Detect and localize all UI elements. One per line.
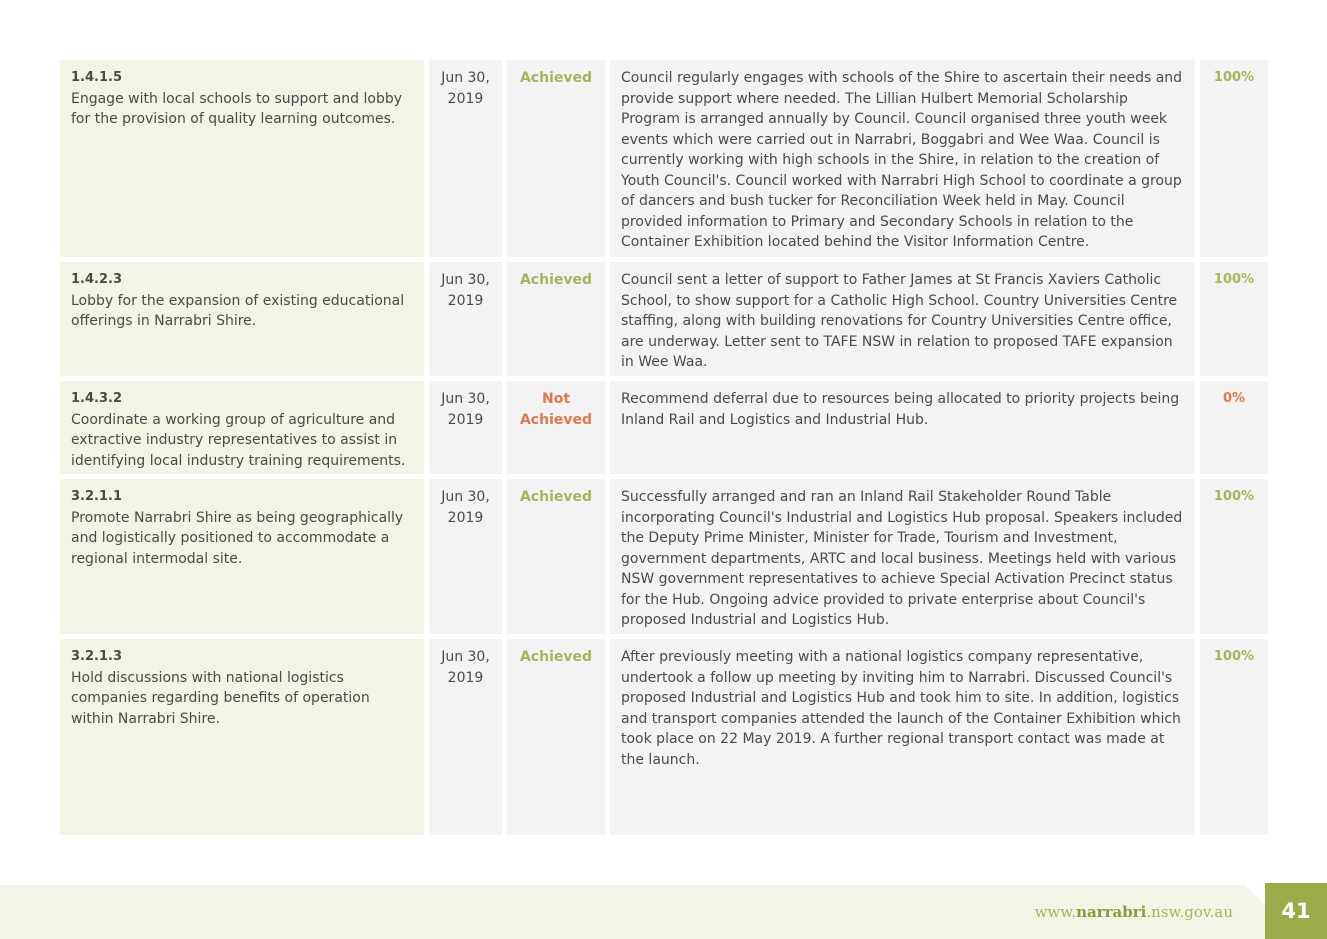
comment-text: After previously meeting with a national… — [610, 639, 1195, 835]
percent-complete: 100% — [1200, 262, 1268, 376]
url-suffix: .nsw.gov.au — [1146, 903, 1233, 921]
status-label: Achieved — [507, 60, 605, 257]
status-label: Achieved — [507, 262, 605, 376]
table-row: 1.4.3.2 Coordinate a working group of ag… — [60, 381, 1268, 474]
due-date: Jun 30, 2019 — [429, 60, 502, 257]
action-cell: 3.2.1.3 Hold discussions with national l… — [60, 639, 424, 835]
table-row: 1.4.1.5 Engage with local schools to sup… — [60, 60, 1268, 257]
action-code: 1.4.2.3 — [71, 272, 122, 287]
corner-notch — [1245, 885, 1265, 905]
due-date: Jun 30, 2019 — [429, 381, 502, 474]
action-cell: 1.4.2.3 Lobby for the expansion of exist… — [60, 262, 424, 376]
table-row: 1.4.2.3 Lobby for the expansion of exist… — [60, 262, 1268, 376]
action-code: 1.4.3.2 — [71, 391, 122, 406]
action-cell: 1.4.3.2 Coordinate a working group of ag… — [60, 381, 424, 474]
action-cell: 1.4.1.5 Engage with local schools to sup… — [60, 60, 424, 257]
action-text: Promote Narrabri Shire as being geograph… — [71, 509, 404, 567]
percent-complete: 100% — [1200, 60, 1268, 257]
status-label: Achieved — [507, 479, 605, 634]
comment-text: Successfully arranged and ran an Inland … — [610, 479, 1195, 634]
url-brand: narrabri — [1076, 903, 1147, 921]
status-label: Achieved — [507, 639, 605, 835]
comment-text: Council sent a letter of support to Fath… — [610, 262, 1195, 376]
action-code: 3.2.1.1 — [71, 489, 122, 504]
page-number: 41 — [1265, 883, 1327, 939]
action-code: 3.2.1.3 — [71, 649, 122, 664]
percent-complete: 100% — [1200, 639, 1268, 835]
action-text: Hold discussions with national logistics… — [71, 669, 370, 727]
due-date: Jun 30, 2019 — [429, 479, 502, 634]
website-link[interactable]: www.narrabri.nsw.gov.au — [1035, 903, 1233, 921]
comment-text: Recommend deferral due to resources bein… — [610, 381, 1195, 474]
url-prefix: www. — [1034, 903, 1077, 921]
action-text: Lobby for the expansion of existing educ… — [71, 292, 405, 330]
action-code: 1.4.1.5 — [71, 70, 122, 85]
due-date: Jun 30, 2019 — [429, 639, 502, 835]
action-cell: 3.2.1.1 Promote Narrabri Shire as being … — [60, 479, 424, 634]
table-row: 3.2.1.3 Hold discussions with national l… — [60, 639, 1268, 835]
comment-text: Council regularly engages with schools o… — [610, 60, 1195, 257]
performance-table: 1.4.1.5 Engage with local schools to sup… — [60, 60, 1268, 835]
status-label: Not Achieved — [507, 381, 605, 474]
due-date: Jun 30, 2019 — [429, 262, 502, 376]
percent-complete: 100% — [1200, 479, 1268, 634]
action-text: Engage with local schools to support and… — [71, 90, 402, 128]
table-row: 3.2.1.1 Promote Narrabri Shire as being … — [60, 479, 1268, 634]
page-footer: www.narrabri.nsw.gov.au 41 — [0, 883, 1327, 939]
action-text: Coordinate a working group of agricultur… — [71, 411, 406, 469]
percent-complete: 0% — [1200, 381, 1268, 474]
